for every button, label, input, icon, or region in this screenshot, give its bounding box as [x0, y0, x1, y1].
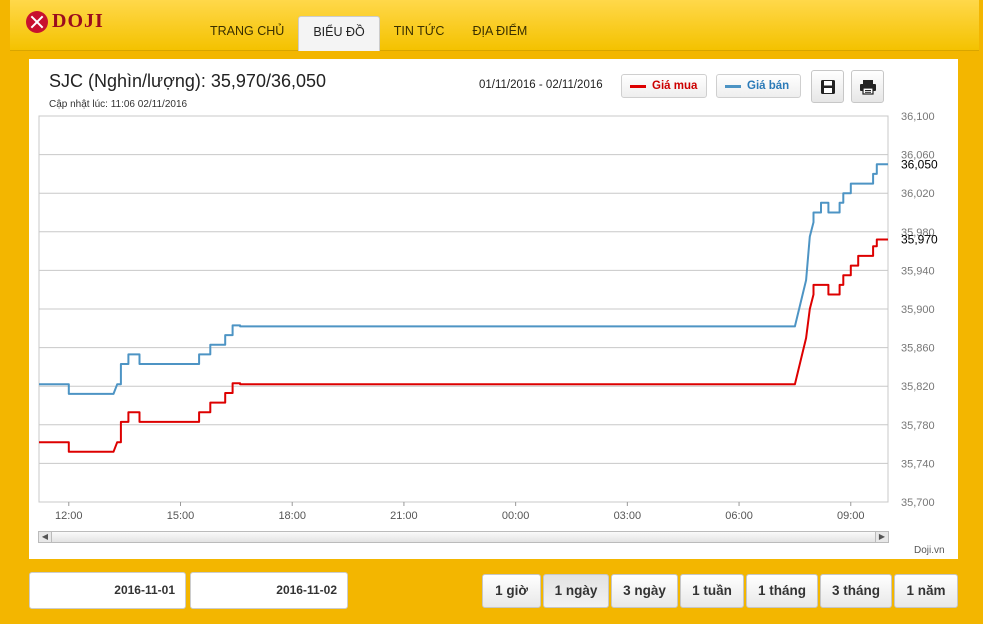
brand-name: DOJI — [52, 10, 104, 32]
scroll-left-icon[interactable]: ◀ — [39, 532, 52, 542]
nav-locations[interactable]: ĐỊA ĐIỂM — [458, 16, 541, 50]
x-tick-label: 06:00 — [725, 510, 753, 522]
y-tick-label: 36,100 — [901, 111, 935, 123]
last-buy-label: 35,970 — [901, 233, 938, 247]
period-3-months-button[interactable]: 3 tháng — [820, 574, 892, 608]
y-tick-label: 35,860 — [901, 343, 935, 355]
header: DOJI TRANG CHỦ BIỂU ĐỒ TIN TỨC ĐỊA ĐIỂM — [10, 0, 979, 51]
period-1-week-button[interactable]: 1 tuần — [680, 574, 744, 608]
x-tick-label: 09:00 — [837, 510, 865, 522]
app: DOJI TRANG CHỦ BIỂU ĐỒ TIN TỨC ĐỊA ĐIỂM … — [0, 0, 983, 624]
credit-label: Doji.vn — [914, 545, 945, 556]
x-tick-label: 18:00 — [278, 510, 306, 522]
nav-chart[interactable]: BIỂU ĐỒ — [298, 16, 380, 51]
chart-panel: SJC (Nghìn/lượng): 35,970/36,050 Cập nhậ… — [29, 59, 958, 559]
x-tick-label: 12:00 — [55, 510, 83, 522]
logo-mark-icon — [26, 10, 48, 33]
y-tick-label: 35,900 — [901, 304, 935, 316]
y-tick-label: 35,740 — [901, 458, 935, 470]
x-tick-label: 03:00 — [614, 510, 642, 522]
chart-scrollbar[interactable]: ◀ ▶ — [38, 531, 889, 543]
y-tick-label: 35,700 — [901, 497, 935, 509]
date-to-field[interactable]: 2016-11-02 — [190, 572, 348, 609]
x-tick-label: 00:00 — [502, 510, 530, 522]
date-from-field[interactable]: 2016-11-01 — [29, 572, 186, 609]
period-3-days-button[interactable]: 3 ngày — [611, 574, 678, 608]
y-tick-label: 35,940 — [901, 265, 935, 277]
y-tick-label: 35,820 — [901, 381, 935, 393]
scroll-right-icon[interactable]: ▶ — [875, 532, 888, 542]
nav-home[interactable]: TRANG CHỦ — [196, 16, 298, 50]
price-chart: 35,700 35,740 35,780 35,820 35,860 35,900 35,9… — [38, 111, 938, 522]
y-tick-label: 35,780 — [901, 420, 935, 432]
x-tick-label: 15:00 — [167, 510, 195, 522]
x-tick-label: 21:00 — [390, 510, 418, 522]
y-tick-label: 36,020 — [901, 188, 935, 200]
period-1-hour-button[interactable]: 1 giờ — [482, 574, 541, 608]
period-1-month-button[interactable]: 1 tháng — [746, 574, 818, 608]
last-sell-label: 36,050 — [901, 157, 938, 171]
period-1-day-button[interactable]: 1 ngày — [543, 574, 609, 608]
period-1-year-button[interactable]: 1 năm — [894, 574, 958, 608]
nav-news[interactable]: TIN TỨC — [380, 16, 459, 50]
logo[interactable]: DOJI — [26, 10, 104, 33]
main-nav: TRANG CHỦ BIỂU ĐỒ TIN TỨC ĐỊA ĐIỂM — [196, 16, 541, 51]
